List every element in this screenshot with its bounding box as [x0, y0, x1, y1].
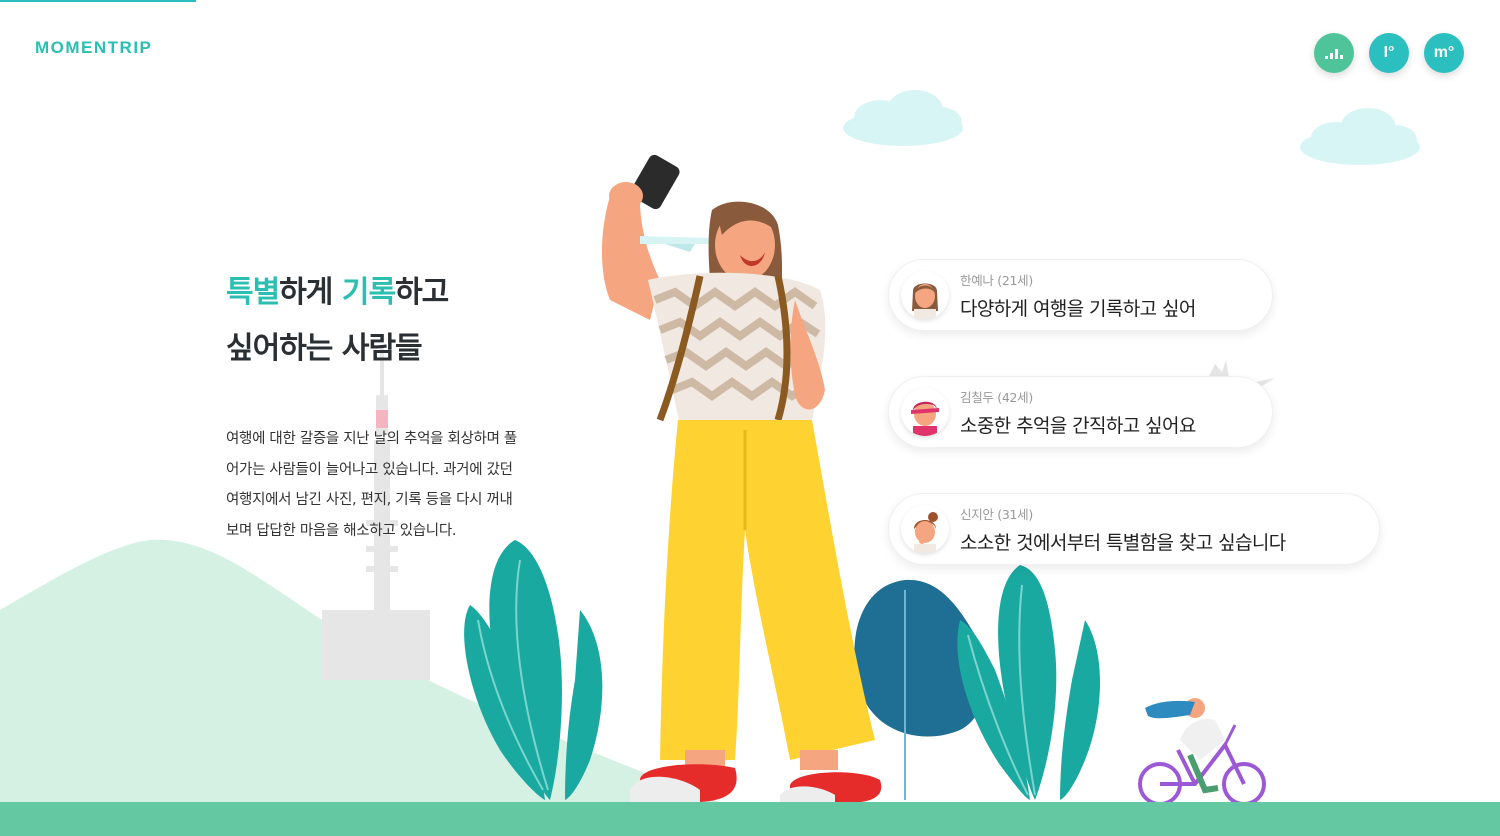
hero-description: 여행에 대한 갈증을 지난 날의 추억을 회상하며 풀 어가는 사람들이 늘어나…	[226, 424, 566, 546]
description-line: 어가는 사람들이 늘어나고 있습니다. 과거에 갔던	[226, 461, 513, 478]
man-avatar-icon	[911, 401, 939, 436]
avatar	[901, 271, 949, 319]
testimonial-quote: 소소한 것에서부터 특별함을 찾고 싶습니다	[960, 531, 1286, 554]
ground	[0, 802, 1500, 836]
testimonial-quote: 다양하게 여행을 기록하고 싶어	[960, 297, 1196, 320]
headline-text: 하게	[279, 275, 342, 310]
testimonial-card: 김칠두 (42세) 소중한 추억을 간직하고 싶어요	[888, 376, 1273, 448]
testimonial-quote: 소중한 추억을 간직하고 싶어요	[960, 414, 1196, 437]
cloud-left	[843, 90, 963, 146]
testimonial-name: 한예나 (21세)	[960, 272, 1033, 288]
headline-line-2: 싶어하는 사람들	[226, 331, 423, 366]
testimonial-name: 김칠두 (42세)	[960, 389, 1033, 405]
headline-accent-record: 기록	[341, 275, 396, 310]
headline-text: 하고	[395, 275, 449, 310]
cyclist	[1138, 698, 1266, 815]
description-line: 여행지에서 남긴 사진, 편지, 기록 등을 다시 꺼내	[226, 492, 513, 508]
traveler-girl	[601, 154, 882, 803]
hero-headline: 특별하게 기록하고 싶어하는 사람들	[226, 265, 449, 377]
right-plant	[957, 565, 1100, 800]
avatar	[901, 388, 949, 436]
testimonial-card: 한예나 (21세) 다양하게 여행을 기록하고 싶어	[888, 259, 1273, 331]
cloud-right	[1300, 108, 1420, 165]
testimonial-name: 신지안 (31세)	[960, 506, 1033, 522]
testimonial-card: 신지안 (31세) 소소한 것에서부터 특별함을 찾고 싶습니다	[888, 493, 1380, 565]
woman-avatar-icon	[912, 283, 938, 319]
headline-line-1: 특별하게 기록하고	[226, 265, 449, 321]
headline-accent-special: 특별	[226, 275, 280, 310]
description-line: 여행에 대한 갈증을 지난 날의 추억을 회상하며 풀	[226, 431, 517, 447]
description-line: 보며 답답한 마음을 해소하고 있습니다.	[226, 522, 457, 539]
avatar	[901, 505, 949, 553]
illustration	[0, 90, 1420, 815]
woman-bun-avatar-icon	[914, 512, 938, 553]
